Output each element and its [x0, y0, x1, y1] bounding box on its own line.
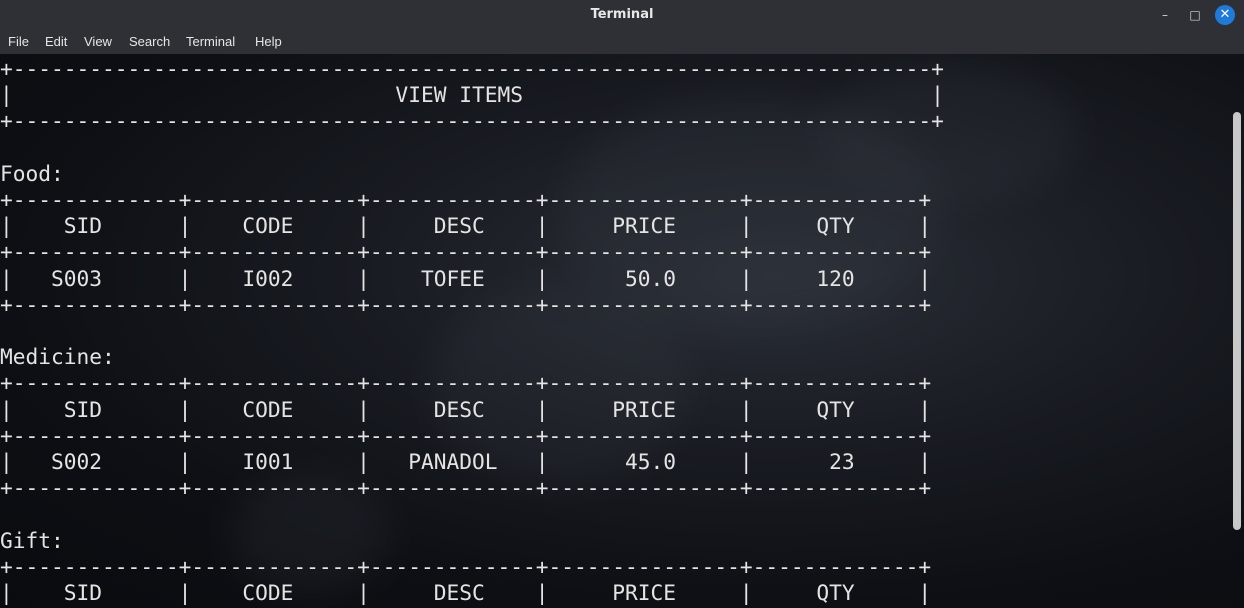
terminal-line: +---------------------------------------…	[0, 56, 944, 81]
terminal-line: Gift:	[0, 527, 64, 553]
terminal-text: +---------------------------------------…	[0, 56, 944, 606]
menu-bar: File Edit View Search Terminal Help	[0, 30, 1244, 54]
terminal-line: +-------------+-------------+-----------…	[0, 239, 932, 265]
scrollbar[interactable]	[1233, 112, 1241, 530]
menu-view[interactable]: View	[84, 34, 112, 49]
terminal-line: +-------------+-------------+-----------…	[0, 422, 932, 448]
terminal-line: +-------------+-------------+-----------…	[0, 187, 932, 213]
terminal-line: | SID | CODE | DESC | PRICE | QTY |	[0, 396, 932, 422]
terminal-line: Medicine:	[0, 344, 115, 370]
terminal-line: +-------------+-------------+-----------…	[0, 553, 932, 579]
terminal-line: | VIEW ITEMS |	[0, 82, 944, 108]
terminal-line: +-------------+-------------+-----------…	[0, 370, 932, 396]
terminal-line: +---------------------------------------…	[0, 108, 944, 134]
terminal-line: Food:	[0, 160, 64, 186]
menu-file[interactable]: File	[8, 34, 29, 49]
title-bar[interactable]: Terminal – □ ✕	[0, 0, 1244, 30]
menu-search[interactable]: Search	[129, 34, 170, 49]
minimize-icon[interactable]: –	[1155, 5, 1175, 25]
terminal-window: Terminal – □ ✕ File Edit View Search Ter…	[0, 0, 1244, 608]
menu-terminal[interactable]: Terminal	[186, 34, 235, 49]
terminal-line: | SID | CODE | DESC | PRICE | QTY |	[0, 213, 932, 239]
maximize-icon[interactable]: □	[1185, 5, 1205, 25]
terminal-line: | S002 | I001 | PANADOL | 45.0 | 23 |	[0, 449, 932, 475]
menu-edit[interactable]: Edit	[45, 34, 67, 49]
terminal-line: | SID | CODE | DESC | PRICE | QTY |	[0, 580, 932, 606]
terminal-line: +-------------+-------------+-----------…	[0, 475, 932, 501]
window-title: Terminal	[590, 7, 654, 22]
terminal-line: +-------------+-------------+-----------…	[0, 291, 932, 317]
menu-help[interactable]: Help	[255, 34, 282, 49]
terminal-output-area[interactable]: +---------------------------------------…	[0, 54, 1244, 608]
terminal-line: | S003 | I002 | TOFEE | 50.0 | 120 |	[0, 265, 932, 291]
close-icon[interactable]: ✕	[1215, 5, 1235, 25]
